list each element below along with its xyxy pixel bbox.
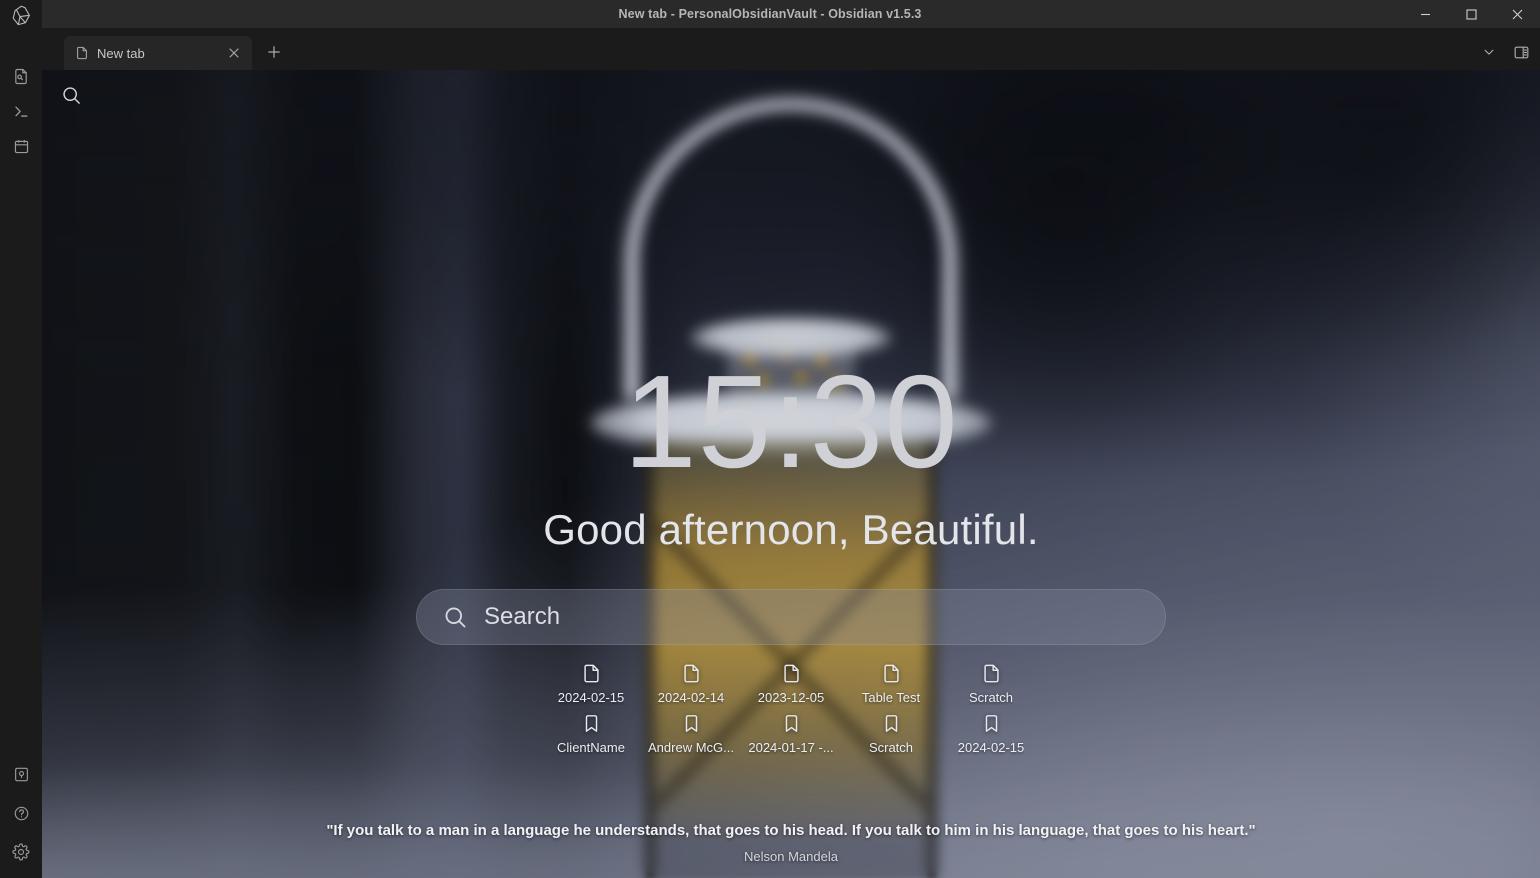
clock: 15:30 — [623, 348, 959, 495]
left-ribbon — [0, 0, 42, 878]
recent-file-label: 2024-02-15 — [557, 690, 625, 705]
title-bar: New tab - PersonalObsidianVault - Obsidi… — [0, 0, 1540, 28]
window-controls — [1402, 0, 1540, 28]
terminal-icon[interactable] — [7, 97, 35, 125]
bookmark-icon — [981, 713, 1002, 734]
file-icon — [75, 46, 89, 60]
minimize-button[interactable] — [1402, 0, 1448, 28]
quote-section: "If you talk to a man in a language he u… — [42, 822, 1540, 864]
search-input[interactable] — [484, 603, 1139, 631]
obsidian-logo — [0, 2, 42, 28]
help-icon[interactable] — [7, 799, 35, 827]
search-icon — [443, 605, 468, 630]
tab-strip-right-actions — [1476, 39, 1534, 65]
hero-section: 15:30 Good afternoon, Beautiful. Search … — [42, 70, 1540, 755]
bookmark-label: Scratch — [868, 740, 914, 755]
recent-file-label: 2024-02-14 — [657, 690, 725, 705]
bookmark-item[interactable]: 2024-02-15 — [941, 713, 1041, 755]
bookmark-label: 2024-01-17 -... — [748, 740, 834, 755]
recent-file-item[interactable]: Scratch — [941, 663, 1041, 705]
greeting: Good afternoon, Beautiful. — [543, 506, 1039, 553]
bookmark-item[interactable]: Scratch — [841, 713, 941, 755]
maximize-button[interactable] — [1448, 0, 1494, 28]
bookmarks-row: ClientName Andrew McG... 2024-01-17 -...… — [541, 713, 1041, 755]
recent-file-item[interactable]: 2023-12-05 — [741, 663, 841, 705]
recent-file-label: 2023-12-05 — [757, 690, 825, 705]
recent-file-item[interactable]: 2024-02-15 — [541, 663, 641, 705]
close-icon[interactable] — [225, 44, 243, 62]
recent-file-label: Table Test — [861, 690, 921, 705]
obsidian-window: New tab - PersonalObsidianVault - Obsidi… — [0, 0, 1540, 878]
tab-label: New tab — [97, 45, 145, 61]
right-sidebar-toggle-icon[interactable] — [1508, 39, 1534, 65]
workspace-content: 15:30 Good afternoon, Beautiful. Search … — [42, 70, 1540, 878]
file-icon — [681, 663, 702, 684]
calendar-icon[interactable] — [7, 132, 35, 160]
settings-icon[interactable] — [7, 838, 35, 866]
bookmark-item[interactable]: ClientName — [541, 713, 641, 755]
quote-author: Nelson Mandela — [744, 849, 838, 864]
bookmark-icon — [581, 713, 602, 734]
recent-file-item[interactable]: Table Test — [841, 663, 941, 705]
file-icon — [881, 663, 902, 684]
new-tab-workspace: 15:30 Good afternoon, Beautiful. Search … — [42, 70, 1540, 878]
close-button[interactable] — [1494, 0, 1540, 28]
quick-switcher-icon[interactable] — [7, 62, 35, 90]
vault-switcher-icon[interactable] — [7, 760, 35, 788]
window-title: New tab - PersonalObsidianVault - Obsidi… — [618, 7, 922, 21]
ribbon-top-actions — [7, 62, 35, 160]
bookmark-label: ClientName — [557, 740, 625, 755]
ribbon-bottom-actions — [0, 760, 42, 866]
bookmark-item[interactable]: 2024-01-17 -... — [741, 713, 841, 755]
bookmark-icon — [881, 713, 902, 734]
bookmark-label: Andrew McG... — [648, 740, 734, 755]
bookmark-item[interactable]: Andrew McG... — [641, 713, 741, 755]
chevron-down-icon[interactable] — [1476, 39, 1502, 65]
recent-files-row: 2024-02-15 2024-02-14 2023-12-05 Table T… — [541, 663, 1041, 705]
new-tab-button[interactable] — [261, 39, 287, 65]
file-icon — [981, 663, 1002, 684]
tab-new-tab[interactable]: New tab — [64, 36, 252, 70]
search-box[interactable] — [416, 589, 1166, 645]
quote-text: "If you talk to a man in a language he u… — [326, 822, 1256, 839]
file-icon — [581, 663, 602, 684]
recent-file-item[interactable]: 2024-02-14 — [641, 663, 741, 705]
recent-file-label: Scratch — [968, 690, 1014, 705]
file-icon — [781, 663, 802, 684]
bookmark-label: 2024-02-15 — [957, 740, 1025, 755]
tab-strip: New tab — [14, 28, 1540, 70]
bookmark-icon — [781, 713, 802, 734]
bookmark-icon — [681, 713, 702, 734]
